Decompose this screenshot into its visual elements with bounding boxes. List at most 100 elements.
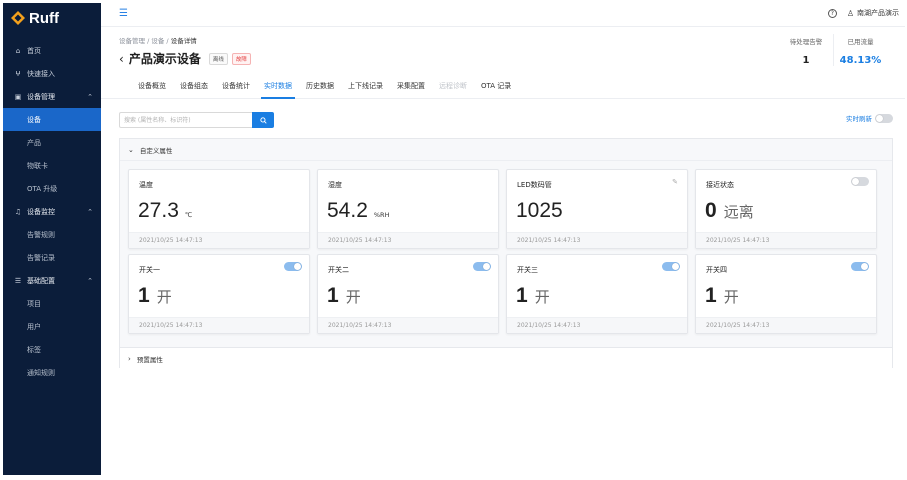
card-value: 27.3 ℃ xyxy=(138,199,192,223)
sidebar-item-label: 标签 xyxy=(27,345,41,354)
status-badge-offline: 离线 xyxy=(208,52,228,65)
sidebar-group-label: 基础配置 xyxy=(27,276,55,285)
property-card-led-display: LED数码管 ✎ 1025 2021/10/25 14:47:13 xyxy=(506,169,688,249)
page-title: 产品演示设备 xyxy=(128,52,201,66)
sidebar-item-notify-rules[interactable]: 通知规则 xyxy=(3,361,101,384)
property-card-proximity: 接近状态 0 远离 2021/10/25 14:47:13 xyxy=(695,169,877,249)
custom-properties-header[interactable]: ⌄ 自定义属性 xyxy=(120,139,892,161)
tab-ota-records[interactable]: OTA 记录 xyxy=(474,73,518,99)
tab-configuration[interactable]: 设备组态 xyxy=(173,73,215,99)
sidebar-group-basic-config[interactable]: ☰ 基础配置 ⌃ xyxy=(3,269,101,292)
card-value: 1 开 xyxy=(138,284,172,308)
property-cards: 温度 27.3 ℃ 2021/10/25 14:47:13 湿度 54.2 %R… xyxy=(128,169,877,334)
sidebar-item-label: 通知规则 xyxy=(27,368,55,377)
card-timestamp: 2021/10/25 14:47:13 xyxy=(696,317,876,333)
stat-value: 48.13% xyxy=(839,55,882,66)
sidebar-item-ota-upgrade[interactable]: OTA 升级 xyxy=(3,177,101,200)
property-card-switch-1: 开关一 1 开 2021/10/25 14:47:13 xyxy=(128,254,310,334)
bell-icon: ♫ xyxy=(14,207,22,216)
stat-label: 已用流量 xyxy=(847,38,874,46)
switch-2-toggle[interactable] xyxy=(473,262,491,271)
property-card-switch-3: 开关三 1 开 2021/10/25 14:47:13 xyxy=(506,254,688,334)
sidebar-item-project[interactable]: 项目 xyxy=(3,292,101,315)
sidebar-item-label: 项目 xyxy=(27,299,41,308)
card-value-state: 开 xyxy=(156,288,172,306)
chevron-up-icon: ⌃ xyxy=(87,276,93,285)
stat-used-traffic: 已用流量 48.13% xyxy=(833,34,887,66)
sidebar-item-label: 告警记录 xyxy=(27,253,55,262)
sidebar-item-iot-card[interactable]: 物联卡 xyxy=(3,154,101,177)
tab-online-records[interactable]: 上下线记录 xyxy=(341,73,390,99)
search-button[interactable] xyxy=(252,112,274,128)
card-title: 接近状态 xyxy=(706,181,734,189)
topbar-user-area: ? ♙ 南湖产品演示 xyxy=(827,8,899,18)
sidebar-item-device[interactable]: 设备 xyxy=(3,108,101,131)
switch-1-toggle[interactable] xyxy=(284,262,302,271)
sidebar-group-device-monitor[interactable]: ♫ 设备监控 ⌃ xyxy=(3,200,101,223)
sidebar-item-alarm-records[interactable]: 告警记录 xyxy=(3,246,101,269)
card-value-unit: %RH xyxy=(373,211,390,219)
help-icon[interactable]: ? xyxy=(827,8,837,18)
card-timestamp: 2021/10/25 14:47:13 xyxy=(318,317,498,333)
edit-icon[interactable]: ✎ xyxy=(672,178,678,186)
tab-collection-config[interactable]: 采集配置 xyxy=(390,73,432,99)
card-value-number: 1 xyxy=(516,284,528,307)
back-arrow-icon[interactable]: ‹ xyxy=(119,53,124,65)
card-value-unit: ℃ xyxy=(184,211,193,219)
device-icon: ▣ xyxy=(14,92,22,101)
tab-bar: 设备概览 设备组态 设备统计 实时数据 历史数据 上下线记录 采集配置 远程诊断… xyxy=(101,73,905,99)
tab-statistics[interactable]: 设备统计 xyxy=(215,73,257,99)
sidebar-item-tag[interactable]: 标签 xyxy=(3,338,101,361)
realtime-refresh-toggle[interactable] xyxy=(875,113,893,123)
card-value: 1 开 xyxy=(327,284,361,308)
sidebar-group-label: 设备监控 xyxy=(27,207,55,216)
tab-overview[interactable]: 设备概览 xyxy=(131,73,173,99)
property-card-switch-2: 开关二 1 开 2021/10/25 14:47:13 xyxy=(317,254,499,334)
card-value-number: 0 xyxy=(705,199,717,222)
tab-realtime-data[interactable]: 实时数据 xyxy=(257,73,299,99)
switch-3-toggle[interactable] xyxy=(662,262,680,271)
card-title: LED数码管 xyxy=(517,181,552,189)
card-value-state: 开 xyxy=(534,288,550,306)
sidebar-item-home[interactable]: ⌂ 首页 xyxy=(3,39,101,62)
sidebar-item-label: 快速接入 xyxy=(27,69,55,78)
logo-text: Ruff xyxy=(29,9,59,27)
card-value-number: 27.3 xyxy=(138,199,179,222)
sidebar-item-user[interactable]: 用户 xyxy=(3,315,101,338)
card-timestamp: 2021/10/25 14:47:13 xyxy=(129,232,309,248)
search-input[interactable] xyxy=(119,112,252,128)
switch-4-toggle[interactable] xyxy=(851,262,869,271)
sidebar-item-quick-access[interactable]: ⵖ 快速接入 xyxy=(3,62,101,85)
stat-pending-alarms[interactable]: 待处理告警 1 xyxy=(779,34,833,66)
card-value-number: 1 xyxy=(705,284,717,307)
breadcrumb-item[interactable]: 设备 xyxy=(151,37,164,45)
proximity-toggle[interactable] xyxy=(851,177,869,186)
card-timestamp: 2021/10/25 14:47:13 xyxy=(507,232,687,248)
breadcrumb: 设备管理 / 设备 / 设备详情 xyxy=(119,35,197,45)
preset-properties-title: 预置属性 xyxy=(136,355,163,364)
card-timestamp: 2021/10/25 14:47:13 xyxy=(318,232,498,248)
sidebar-group-device-management[interactable]: ▣ 设备管理 ⌃ xyxy=(3,85,101,108)
sidebar-item-label: 设备 xyxy=(27,115,41,124)
header-stats: 待处理告警 1 已用流量 48.13% xyxy=(779,34,887,66)
sidebar-item-product[interactable]: 产品 xyxy=(3,131,101,154)
user-icon: ♙ xyxy=(846,8,854,18)
card-value: 1 开 xyxy=(516,284,550,308)
ruff-logo[interactable]: Ruff xyxy=(3,3,101,33)
card-title: 湿度 xyxy=(328,181,342,189)
card-value-state: 开 xyxy=(345,288,361,306)
ruff-logo-icon xyxy=(11,11,25,25)
card-value-number: 1 xyxy=(138,284,150,307)
breadcrumb-item[interactable]: 设备管理 xyxy=(119,37,145,45)
search-bar xyxy=(119,112,274,128)
menu-toggle-icon[interactable]: ☰ xyxy=(119,9,129,19)
sidebar-item-alarm-rules[interactable]: 告警规则 xyxy=(3,223,101,246)
page-header: 设备管理 / 设备 / 设备详情 ‹ 产品演示设备 离线 故障 待处理告警 1 … xyxy=(101,28,905,73)
title-row: ‹ 产品演示设备 离线 故障 xyxy=(119,50,255,67)
preset-properties-header[interactable]: › 预置属性 xyxy=(120,347,892,369)
properties-panel: ⌄ 自定义属性 温度 27.3 ℃ 2021/10/25 14:47:13 湿度… xyxy=(119,138,893,369)
card-timestamp: 2021/10/25 14:47:13 xyxy=(129,317,309,333)
card-value-number: 1 xyxy=(327,284,339,307)
tab-history-data[interactable]: 历史数据 xyxy=(299,73,341,99)
user-name[interactable]: 南湖产品演示 xyxy=(857,8,899,18)
